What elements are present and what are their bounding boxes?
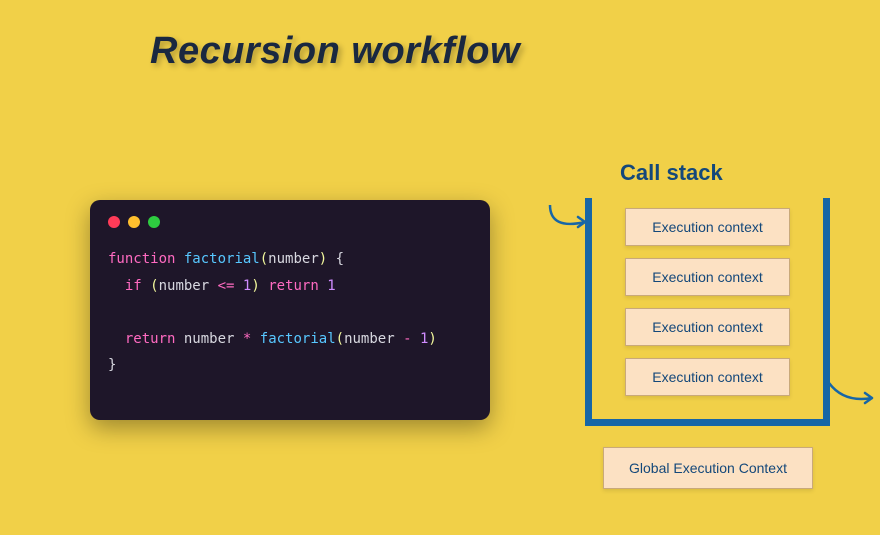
close-icon <box>108 216 120 228</box>
var-number: number <box>159 278 210 294</box>
param-number: number <box>268 251 319 267</box>
execution-context: Execution context <box>625 308 790 346</box>
arrow-out-icon <box>824 378 880 428</box>
diagram-title: Recursion workflow <box>150 30 520 73</box>
code-block: function factorial(number) { if (number … <box>108 246 472 379</box>
var-number: number <box>184 331 235 347</box>
op-multiply: * <box>243 331 251 347</box>
literal-one: 1 <box>327 278 335 294</box>
execution-context: Execution context <box>625 208 790 246</box>
keyword-function: function <box>108 251 175 267</box>
code-window: function factorial(number) { if (number … <box>90 200 490 420</box>
minimize-icon <box>128 216 140 228</box>
op-minus: - <box>403 331 411 347</box>
execution-context: Execution context <box>625 258 790 296</box>
arrow-in-icon <box>545 200 605 250</box>
stack-title: Call stack <box>620 160 723 186</box>
var-number: number <box>344 331 395 347</box>
keyword-if: if <box>125 278 142 294</box>
function-name: factorial <box>184 251 260 267</box>
global-execution-context: Global Execution Context <box>603 447 813 489</box>
function-call: factorial <box>260 331 336 347</box>
maximize-icon <box>148 216 160 228</box>
keyword-return: return <box>125 331 176 347</box>
call-stack: Execution context Execution context Exec… <box>585 198 830 426</box>
window-controls <box>108 216 472 228</box>
execution-context: Execution context <box>625 358 790 396</box>
keyword-return: return <box>268 278 319 294</box>
op-lte: <= <box>218 278 235 294</box>
